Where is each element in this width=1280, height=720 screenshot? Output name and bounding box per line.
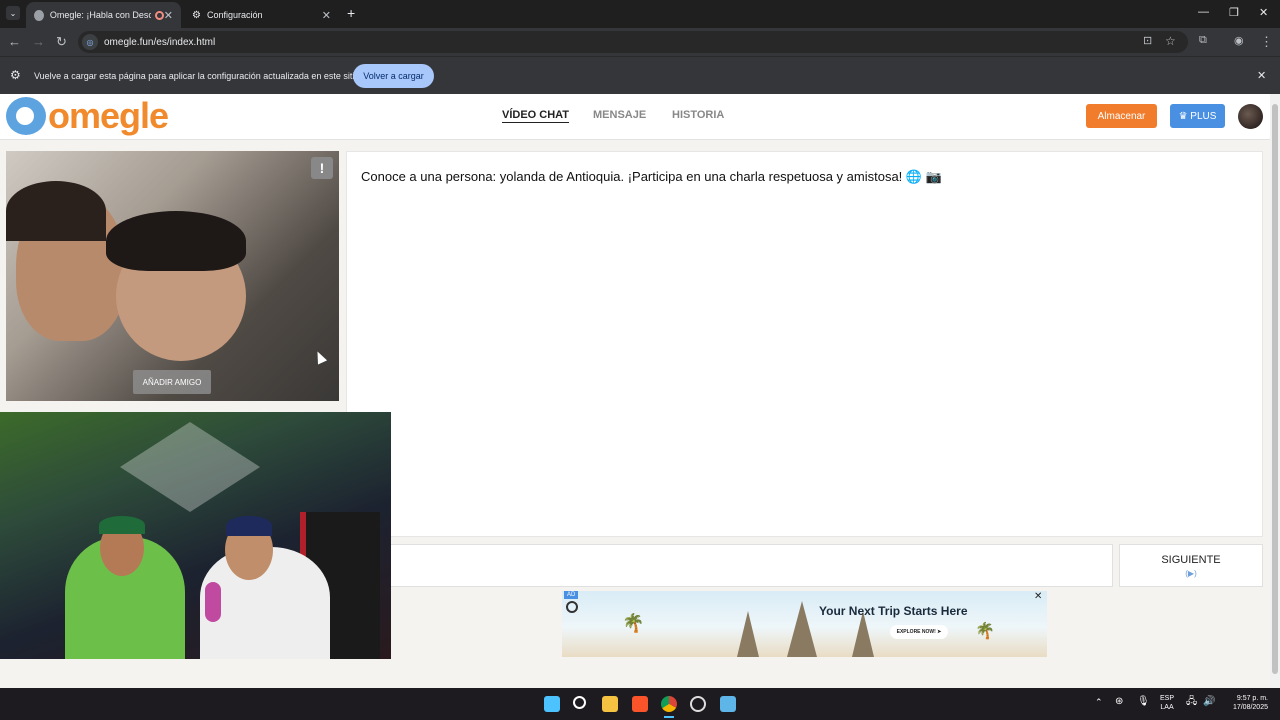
ad-logo-icon <box>566 601 578 613</box>
tab-configuracion-label: Configuración <box>206 10 263 20</box>
temple-image <box>787 601 817 657</box>
play-icon: (▶) <box>1185 568 1197 578</box>
palm-tree-icon: 🌴 <box>622 613 645 633</box>
infobar-message: Vuelve a cargar esta página para aplicar… <box>34 71 360 81</box>
install-app-icon[interactable]: ⊡ <box>1143 34 1152 47</box>
tab-strip: ⌄ Omegle: ¡Habla con Descon ✕ ⚙ Configur… <box>0 0 1280 28</box>
ad-tag: AD <box>564 591 579 599</box>
microphone <box>205 582 221 622</box>
logo-text: omegle <box>48 95 169 136</box>
add-friend-button[interactable]: AÑADIR AMIGO <box>133 370 211 394</box>
user-avatar[interactable] <box>1238 104 1263 129</box>
tab-configuracion[interactable]: ⚙ Configuración ✕ <box>184 2 339 28</box>
clock[interactable]: 9:57 p. m. 17/08/2025 <box>1224 694 1268 712</box>
address-bar[interactable]: ◎ omegle.fun/es/index.html <box>78 31 1188 53</box>
language-bottom: LAA <box>1160 704 1174 711</box>
notepad-icon[interactable] <box>720 696 736 712</box>
tab-omegle-label: Omegle: ¡Habla con Descon <box>49 10 152 20</box>
brave-browser-icon[interactable] <box>632 696 648 712</box>
streamer-webcam-overlay <box>0 412 391 659</box>
video-person-hair <box>6 181 106 241</box>
restore-icon[interactable]: ❐ <box>1229 6 1239 19</box>
ad-headline: Your Next Trip Starts Here <box>819 604 968 618</box>
network-icon[interactable]: 🖧 <box>1186 697 1197 707</box>
chat-message-input[interactable] <box>346 544 1113 587</box>
new-tab-button[interactable]: + <box>347 5 355 21</box>
close-tab-icon[interactable]: ✕ <box>322 9 331 22</box>
minimize-icon[interactable]: — <box>1198 6 1209 18</box>
nav-video-chat[interactable]: VÍDEO CHAT <box>502 109 569 121</box>
close-window-icon[interactable]: ✕ <box>1259 6 1268 19</box>
windows-start-icon[interactable] <box>544 696 560 712</box>
close-infobar-icon[interactable]: ✕ <box>1257 69 1266 82</box>
menu-icon[interactable]: ⋮ <box>1260 34 1273 50</box>
stranger-video: ! AÑADIR AMIGO <box>6 151 339 401</box>
report-button[interactable]: ! <box>311 157 333 179</box>
profile-icon[interactable]: ◉ <box>1234 34 1244 47</box>
site-info-icon[interactable]: ◎ <box>82 34 98 50</box>
language-top: ESP <box>1160 695 1175 702</box>
file-explorer-icon[interactable] <box>602 696 618 712</box>
page-scrollbar[interactable] <box>1270 94 1280 688</box>
ad-cta-button[interactable]: EXPLORE NOW! ➤ <box>890 625 948 639</box>
search-icon[interactable] <box>573 696 586 709</box>
scrollbar-thumb[interactable] <box>1272 104 1278 674</box>
extensions-icon[interactable]: ⧉ <box>1199 34 1207 47</box>
clock-time: 9:57 p. m. <box>1236 695 1268 702</box>
tab-search-button[interactable]: ⌄ <box>6 6 20 20</box>
streamer-cap <box>226 516 272 536</box>
settings-gear-icon: ⚙ <box>10 68 21 82</box>
video-person-hair <box>106 211 246 271</box>
clock-date: 17/08/2025 <box>1232 704 1268 711</box>
volume-icon[interactable]: 🔊 <box>1203 697 1215 707</box>
led-light-panel <box>120 422 260 512</box>
plus-button[interactable]: ♛ PLUS <box>1170 104 1225 128</box>
ad-close-icon[interactable]: ✕ <box>1034 591 1042 602</box>
close-tab-icon[interactable]: ✕ <box>164 9 173 22</box>
chat-panel: Conoce a una persona: yolanda de Antioqu… <box>346 151 1263 537</box>
windows-taskbar: ⌃ ⊛ 🎙 ESP LAA 🖧 🔊 9:57 p. m. 17/08/2025 <box>0 688 1280 720</box>
store-button[interactable]: Almacenar <box>1086 104 1157 128</box>
nav-mensaje[interactable]: MENSAJE <box>593 109 646 121</box>
back-arrow-icon[interactable]: ← <box>8 34 21 49</box>
obs-icon[interactable] <box>690 696 706 712</box>
nav-historia[interactable]: HISTORIA <box>672 109 724 121</box>
palm-tree-icon: 🌴 <box>975 623 995 640</box>
next-button-label: SIGUIENTE <box>1161 553 1221 566</box>
mouse-cursor-icon <box>312 349 328 365</box>
omegle-logo[interactable]: omegle <box>6 95 169 136</box>
recording-icon <box>155 10 164 20</box>
microphone-icon[interactable]: 🎙 <box>1137 697 1150 707</box>
language-indicator[interactable]: ESP LAA <box>1160 694 1174 712</box>
chat-system-message: Conoce a una persona: yolanda de Antioqu… <box>361 169 942 184</box>
next-button[interactable]: SIGUIENTE (▶) <box>1119 544 1263 587</box>
site-header: omegle VÍDEO CHAT MENSAJE HISTORIA Almac… <box>0 94 1270 140</box>
bookmark-star-icon[interactable]: ☆ <box>1165 34 1176 48</box>
show-hidden-icons-icon[interactable]: ⌃ <box>1095 698 1103 707</box>
address-url: omegle.fun/es/index.html <box>104 36 216 48</box>
active-app-indicator <box>664 716 674 718</box>
reload-infobar: ⚙ Vuelve a cargar esta página para aplic… <box>0 56 1280 94</box>
omegle-favicon-icon <box>34 9 44 21</box>
chat-bubble-icon <box>6 97 46 135</box>
browser-toolbar: ← → ↻ ◎ omegle.fun/es/index.html ⊡ ☆ ⧉ ◉… <box>0 28 1280 56</box>
forward-arrow-icon[interactable]: → <box>32 34 45 49</box>
chrome-icon[interactable] <box>661 696 677 712</box>
temple-image <box>737 611 759 657</box>
app-tray-icon[interactable]: ⊛ <box>1115 697 1123 707</box>
reload-icon[interactable]: ↻ <box>56 34 67 50</box>
gear-icon: ⚙ <box>192 9 201 21</box>
ad-banner[interactable]: AD 🌴 🌴 Your Next Trip Starts Here EXPLOR… <box>562 591 1047 657</box>
tab-omegle[interactable]: Omegle: ¡Habla con Descon ✕ <box>26 2 181 28</box>
reload-page-button[interactable]: Volver a cargar <box>353 64 434 88</box>
streamer-cap <box>99 516 145 534</box>
